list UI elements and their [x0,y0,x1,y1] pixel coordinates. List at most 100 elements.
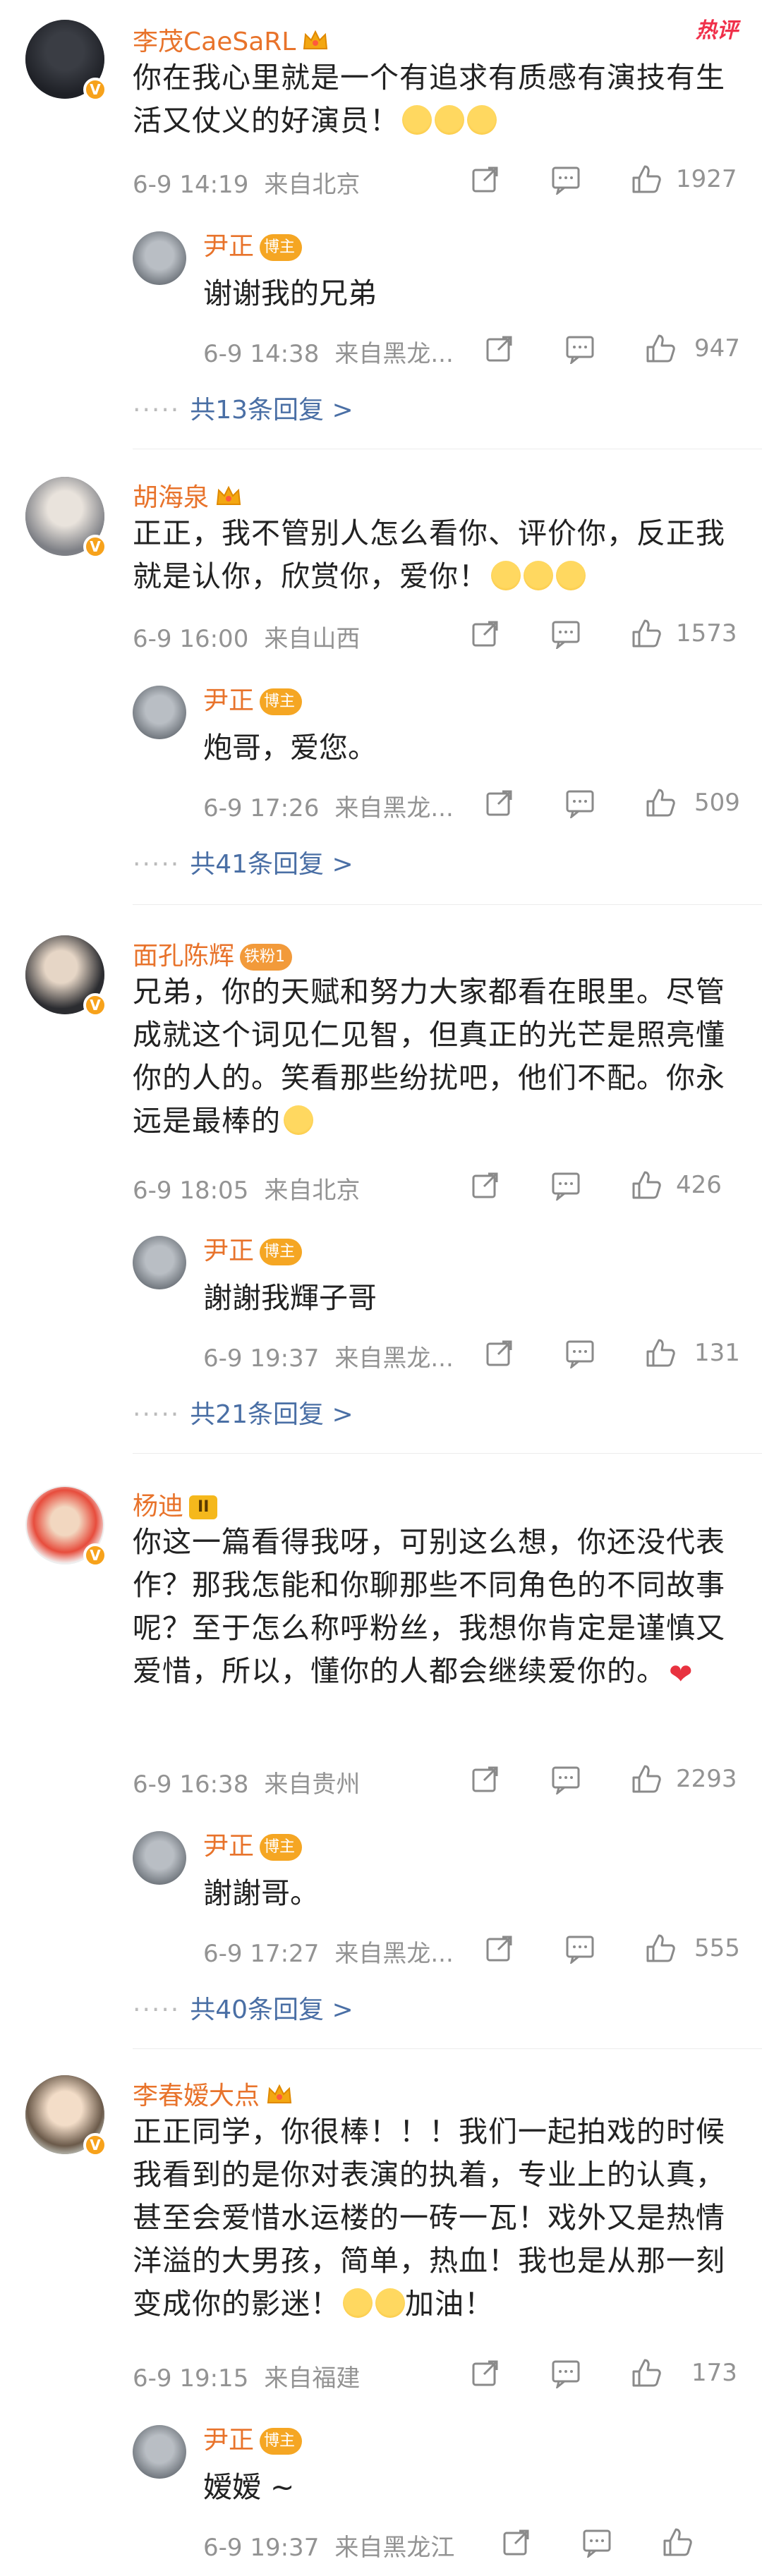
more-replies-link[interactable]: ····· 共41条回复 > [133,844,353,880]
avatar[interactable]: V [25,20,107,102]
avatar[interactable]: V [25,2075,107,2157]
thumbs-up-icon[interactable] [631,618,662,649]
comment-icon[interactable] [550,1763,581,1794]
blogger-badge: 博主 [260,2428,303,2455]
comment-text-tail: 加油！ [405,2287,494,2321]
reply-username-text[interactable]: 尹正 [203,1832,254,1861]
username-text[interactable]: 杨迪 [133,1492,183,1521]
hug-emoji-icon [524,561,553,590]
comment-icon[interactable] [550,1169,581,1201]
share-icon[interactable] [470,164,501,195]
like-count: 1927 [676,165,737,193]
cow-emoji-icon [284,1105,313,1135]
more-replies-text[interactable]: 共13条回复 > [190,396,353,425]
verified-icon: V [83,535,107,559]
avatar[interactable]: V [25,1486,107,1567]
username-text[interactable]: 李茂CaeSaRL [133,28,296,56]
blogger-badge: 博主 [260,234,303,261]
username[interactable]: 李茂CaeSaRL [133,21,329,58]
reply-username[interactable]: 尹正 博主 [203,1230,303,1267]
comment-actions: 1573 [0,618,762,653]
blogger-badge: 博主 [260,1834,303,1861]
share-icon[interactable] [470,1763,501,1794]
username-text[interactable]: 胡海泉 [133,483,209,512]
reply-username-text[interactable]: 尹正 [203,2426,254,2455]
comment-icon[interactable] [550,618,581,649]
thumbs-up-icon[interactable] [662,2527,693,2558]
heart-emoji-icon: ❤ [669,1658,694,1691]
like-count: 947 [694,334,740,363]
share-icon[interactable] [484,333,515,364]
surprised-emoji-icon [375,2288,405,2318]
avatar[interactable] [133,1831,186,1885]
share-icon[interactable] [484,1933,515,1964]
share-icon[interactable] [484,787,515,818]
comment-text: 你这一篇看得我呀，可别这么想，你还没代表作？那我怎能和你聊那些不同角色的不同故事… [133,1521,739,1696]
username[interactable]: 胡海泉 [133,477,243,514]
divider [133,904,762,905]
share-icon[interactable] [484,1337,515,1368]
smile-emoji-icon [435,105,464,135]
reply-actions: 555 [0,1933,762,1968]
avatar[interactable]: V [25,935,107,1017]
comment-icon[interactable] [564,787,595,818]
username[interactable]: 杨迪 II [133,1486,218,1522]
fan-badge: 铁粉1 [240,944,293,971]
comment-text: 正正同学，你很棒！！！我们一起拍戏的时候我看到的是你对表演的执着，专业上的认真，… [133,2110,739,2326]
like-count: 1573 [676,619,737,648]
comment-icon[interactable] [550,2357,581,2388]
comment-icon[interactable] [564,333,595,364]
comment-actions: 2293 [0,1763,762,1799]
more-replies-text[interactable]: 共41条回复 > [190,850,353,879]
comment-icon[interactable] [564,1933,595,1964]
share-icon[interactable] [470,618,501,649]
thumbs-up-icon[interactable] [631,1169,662,1201]
like-count: 555 [694,1934,740,1962]
crown-icon [265,2083,294,2107]
share-icon[interactable] [470,1169,501,1201]
thumbs-up-icon[interactable] [645,1337,676,1368]
comment-icon[interactable] [564,1337,595,1368]
username[interactable]: 面孔陈辉 铁粉1 [133,935,293,972]
reply-text: 謝謝我輝子哥 [203,1281,377,1315]
username-text[interactable]: 李春嫒大点 [133,2082,260,2110]
avatar[interactable] [133,1236,186,1289]
share-icon[interactable] [470,2357,501,2388]
username[interactable]: 李春嫒大点 [133,2075,294,2112]
hot-comment-tag: 热评 [696,18,738,43]
comment-icon[interactable] [550,164,581,195]
avatar[interactable] [133,686,186,739]
thumbs-up-icon[interactable] [645,1933,676,1964]
reply-username-text[interactable]: 尹正 [203,1237,254,1265]
thumbs-up-icon[interactable] [631,2357,662,2388]
reply-text: 嫒嫒 ~ [203,2470,295,2504]
avatar[interactable] [133,2425,186,2479]
reply-username-text[interactable]: 尹正 [203,232,254,261]
thumbs-up-icon[interactable] [645,787,676,818]
divider [133,1453,762,1454]
comment-actions: 1927 [0,164,762,199]
username-text[interactable]: 面孔陈辉 [133,942,234,971]
reply-username[interactable]: 尹正 博主 [203,2419,303,2456]
avatar[interactable] [133,231,186,285]
thumbs-up-icon[interactable] [631,1763,662,1794]
level-badge: II [189,1495,218,1519]
comment-text: 你在我心里就是一个有追求有质感有演技有生活又仗义的好演员！ [133,56,739,142]
reply-username[interactable]: 尹正 博主 [203,1825,303,1862]
comment-icon[interactable] [581,2527,612,2558]
share-icon[interactable] [501,2527,532,2558]
reply-username[interactable]: 尹正 博主 [203,226,303,262]
comment-text-body: 你这一篇看得我呀，可别这么想，你还没代表作？那我怎能和你聊那些不同角色的不同故事… [133,1525,725,1688]
reply-actions [0,2527,762,2562]
like-count: 426 [676,1171,722,1199]
more-replies-link[interactable]: ····· 共40条回复 > [133,1989,353,2026]
thumbs-up-icon[interactable] [645,333,676,364]
avatar[interactable]: V [25,477,107,559]
more-replies-text[interactable]: 共21条回复 > [190,1400,353,1429]
more-replies-link[interactable]: ····· 共21条回复 > [133,1394,353,1430]
more-replies-text[interactable]: 共40条回复 > [190,1995,353,2024]
reply-username[interactable]: 尹正 博主 [203,680,303,717]
reply-username-text[interactable]: 尹正 [203,686,254,715]
more-replies-link[interactable]: ····· 共13条回复 > [133,389,353,426]
thumbs-up-icon[interactable] [631,164,662,195]
